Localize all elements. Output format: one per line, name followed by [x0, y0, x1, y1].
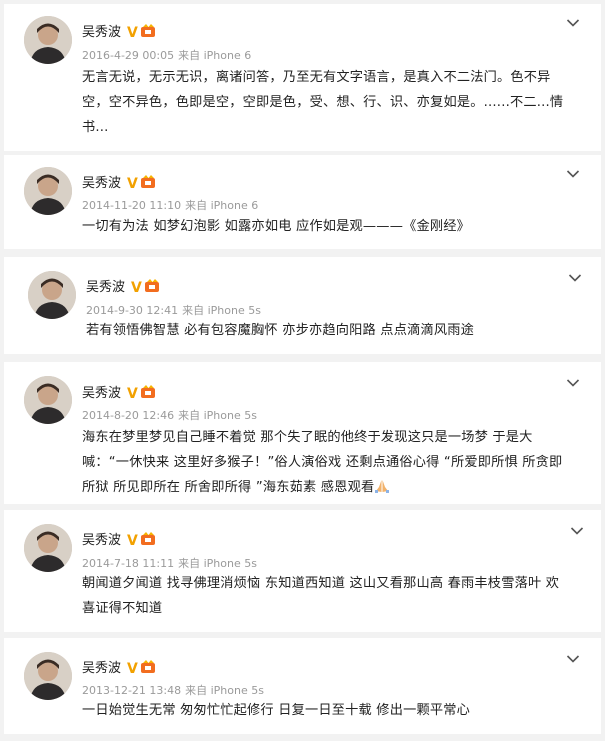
post-date[interactable]: 2013-12-21 13:48 — [82, 684, 181, 697]
weibo-post: 吴秀波 V 2014-7-18 11:11 来自 iPhone 5s 朝闻道夕闻道 … — [4, 510, 601, 632]
author-name[interactable]: 吴秀波 V — [82, 529, 157, 549]
post-meta: 2014-8-20 12:46 来自 iPhone 5s — [82, 407, 261, 423]
avatar[interactable] — [24, 652, 72, 700]
member-crown-icon — [140, 384, 157, 399]
verified-icon: V — [127, 661, 138, 677]
post-meta: 2013-12-21 13:48 来自 iPhone 5s — [82, 682, 268, 698]
post-text: 一切有为法 如梦幻泡影 如露亦如电 应作如是观———《金刚经》 — [82, 219, 471, 234]
post-meta: 2014-7-18 11:11 来自 iPhone 5s — [82, 555, 261, 571]
post-date[interactable]: 2014-8-20 12:46 — [82, 409, 174, 422]
weibo-post: 吴秀波 V 2014-11-20 11:10 来自 iPhone 6 一切有为法 如… — [4, 155, 601, 249]
avatar[interactable] — [24, 524, 72, 572]
weibo-post: 吴秀波 V 2014-9-30 12:41 来自 iPhone 5s 若有领悟佛智慧… — [4, 257, 601, 354]
post-source: 来自 iPhone 5s — [182, 304, 261, 317]
post-date[interactable]: 2016-4-29 00:05 — [82, 49, 174, 62]
member-crown-icon — [144, 278, 161, 293]
chevron-down-icon[interactable] — [570, 526, 584, 536]
post-text: 若有领悟佛智慧 必有包容魔胸怀 亦步亦趋向阳路 点点滴滴风雨途 — [86, 323, 475, 338]
chevron-down-icon[interactable] — [566, 378, 580, 388]
post-date[interactable]: 2014-11-20 11:10 — [82, 199, 181, 212]
member-crown-icon — [140, 174, 157, 189]
post-source: 来自 iPhone 6 — [178, 49, 252, 62]
weibo-post: 吴秀波 V 2016-4-29 00:05 来自 iPhone 6 无言无说，无示无… — [4, 4, 601, 151]
post-text: 朝闻道夕闻道 找寻佛理消烦恼 东知道西知道 这山又看那山高 春雨丰枝雪落叶 欢 … — [82, 576, 560, 616]
avatar[interactable] — [24, 167, 72, 215]
post-date[interactable]: 2014-7-18 11:11 — [82, 557, 174, 570]
author-name[interactable]: 吴秀波 V — [82, 172, 157, 192]
avatar[interactable] — [28, 271, 76, 319]
avatar[interactable] — [24, 16, 72, 64]
avatar[interactable] — [24, 376, 72, 424]
post-meta: 2014-11-20 11:10 来自 iPhone 6 — [82, 197, 262, 213]
post-source: 来自 iPhone 5s — [185, 684, 264, 697]
verified-icon: V — [127, 25, 138, 41]
post-meta: 2014-9-30 12:41 来自 iPhone 5s — [86, 302, 265, 318]
post-text: 无言无说，无示无识，离诸问答，乃至无有文字语言，是真入不二法门。色不异 空，空不… — [82, 70, 564, 135]
post-text: 一日始觉生无常 匆匆忙忙起修行 日复一日至十载 修出一颗平常心 — [82, 703, 471, 718]
author-name[interactable]: 吴秀波 V — [82, 21, 157, 41]
chevron-down-icon[interactable] — [566, 18, 580, 28]
post-text: 海东在梦里梦见自己睡不着觉 那个失了眠的他终于发现这只是一场梦 于是大 喊：“一… — [82, 430, 563, 495]
member-crown-icon — [140, 531, 157, 546]
verified-icon: V — [127, 176, 138, 192]
author-name[interactable]: 吴秀波 V — [82, 657, 157, 677]
chevron-down-icon[interactable] — [568, 273, 582, 283]
post-date[interactable]: 2014-9-30 12:41 — [86, 304, 178, 317]
post-source: 来自 iPhone 5s — [178, 409, 257, 422]
verified-icon: V — [131, 280, 142, 296]
praying-hands-icon — [374, 477, 390, 493]
verified-icon: V — [127, 386, 138, 402]
post-meta: 2016-4-29 00:05 来自 iPhone 6 — [82, 47, 255, 63]
member-crown-icon — [140, 659, 157, 674]
post-source: 来自 iPhone 5s — [178, 557, 257, 570]
author-name[interactable]: 吴秀波 V — [86, 276, 161, 296]
weibo-post: 吴秀波 V 2014-8-20 12:46 来自 iPhone 5s 海东在梦里梦见… — [4, 362, 601, 504]
author-name[interactable]: 吴秀波 V — [82, 382, 157, 402]
chevron-down-icon[interactable] — [566, 654, 580, 664]
member-crown-icon — [140, 23, 157, 38]
post-source: 来自 iPhone 6 — [185, 199, 259, 212]
chevron-down-icon[interactable] — [566, 169, 580, 179]
verified-icon: V — [127, 533, 138, 549]
weibo-post: 吴秀波 V 2013-12-21 13:48 来自 iPhone 5s 一日始觉生无… — [4, 638, 601, 734]
